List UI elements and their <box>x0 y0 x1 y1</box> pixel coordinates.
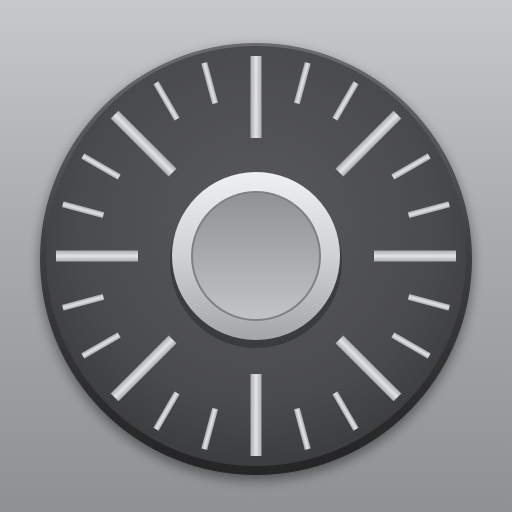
app-icon <box>0 0 512 512</box>
combination-dial-icon <box>40 43 472 475</box>
major-tick-mark <box>374 250 456 262</box>
major-tick-mark <box>250 56 262 138</box>
major-tick-mark <box>56 250 138 262</box>
major-tick-mark <box>250 374 262 456</box>
